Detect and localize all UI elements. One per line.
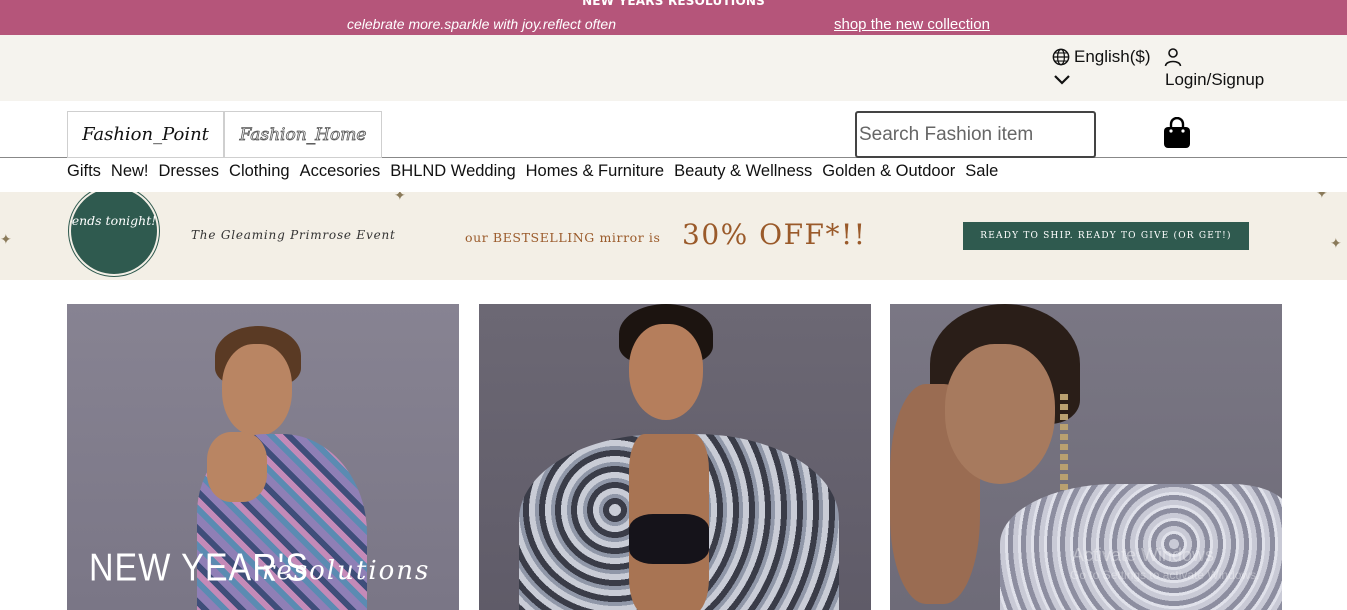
- sparkle-icon: ✦: [0, 232, 12, 248]
- nav-item-dresses[interactable]: Dresses: [159, 162, 220, 181]
- nav-item-bhlnd-wedding[interactable]: BHLND Wedding: [390, 162, 515, 181]
- nav-item-sale[interactable]: Sale: [965, 162, 998, 181]
- login-signup-link[interactable]: Login/Signup: [1165, 70, 1264, 90]
- ready-to-ship-button[interactable]: READY TO SHIP. READY TO GIVE (OR GET!): [963, 222, 1249, 250]
- model-shoulder: [207, 432, 267, 502]
- sparkle-icon: ✦: [1330, 236, 1342, 252]
- nav-item-beauty-wellness[interactable]: Beauty & Wellness: [674, 162, 812, 181]
- event-title: The Gleaming Primrose Event: [191, 228, 396, 242]
- site-header: Fashion_Point Fashion_Home: [0, 101, 1347, 158]
- nav-item-new[interactable]: New!: [111, 162, 149, 181]
- language-label: English($): [1074, 47, 1151, 66]
- shopping-bag-icon[interactable]: [1163, 117, 1191, 149]
- model-face: [222, 344, 292, 436]
- announcement-headline: NEW YEARS RESOLUTIONS: [582, 0, 765, 8]
- product-tile[interactable]: [479, 304, 871, 610]
- lace-bralette: [629, 514, 709, 564]
- globe-icon: [1052, 48, 1070, 66]
- utility-bar: English($) Login/Signup: [0, 35, 1347, 101]
- discount-text: 30% OFF*!!: [682, 218, 867, 251]
- nav-item-gifts[interactable]: Gifts: [67, 162, 101, 181]
- user-icon[interactable]: [1163, 47, 1183, 67]
- brand-fashion-home[interactable]: Fashion_Home: [224, 111, 382, 158]
- sparkle-icon: ✦: [1316, 192, 1328, 202]
- ends-tonight-badge: ends tonight!: [71, 192, 157, 274]
- brand-fashion-point[interactable]: Fashion_Point: [67, 111, 224, 158]
- language-selector[interactable]: English($): [1052, 47, 1151, 67]
- model-face: [945, 344, 1055, 484]
- model-face: [629, 324, 703, 420]
- nav-item-clothing[interactable]: Clothing: [229, 162, 290, 181]
- nav-item-golden-outdoor[interactable]: Golden & Outdoor: [822, 162, 955, 181]
- shop-new-collection-link[interactable]: shop the new collection: [834, 16, 990, 33]
- announcement-bar: NEW YEARS RESOLUTIONS celebrate more.spa…: [0, 0, 1347, 35]
- sparkle-icon: ✦: [394, 192, 406, 204]
- main-nav: Gifts New! Dresses Clothing Accesories B…: [67, 162, 1008, 181]
- announcement-tagline: celebrate more.sparkle with joy.reflect …: [347, 16, 616, 32]
- windows-watermark-title: Activate Windows: [1072, 545, 1215, 565]
- mirror-text: our BESTSELLING mirror is: [465, 230, 661, 245]
- nav-item-homes-furniture[interactable]: Homes & Furniture: [526, 162, 664, 181]
- product-tile[interactable]: NEW YEAR'S resolutions: [67, 304, 459, 610]
- windows-watermark-subtitle: Go to Settings to activate Windows.: [1070, 568, 1260, 582]
- promo-banner[interactable]: ✦ ✦ ✦ ✦ ends tonight! The Gleaming Primr…: [0, 192, 1347, 280]
- search-input[interactable]: [855, 111, 1096, 158]
- overlay-script: resolutions: [262, 556, 431, 586]
- nav-item-accesories[interactable]: Accesories: [300, 162, 381, 181]
- chevron-down-icon[interactable]: [1053, 73, 1071, 87]
